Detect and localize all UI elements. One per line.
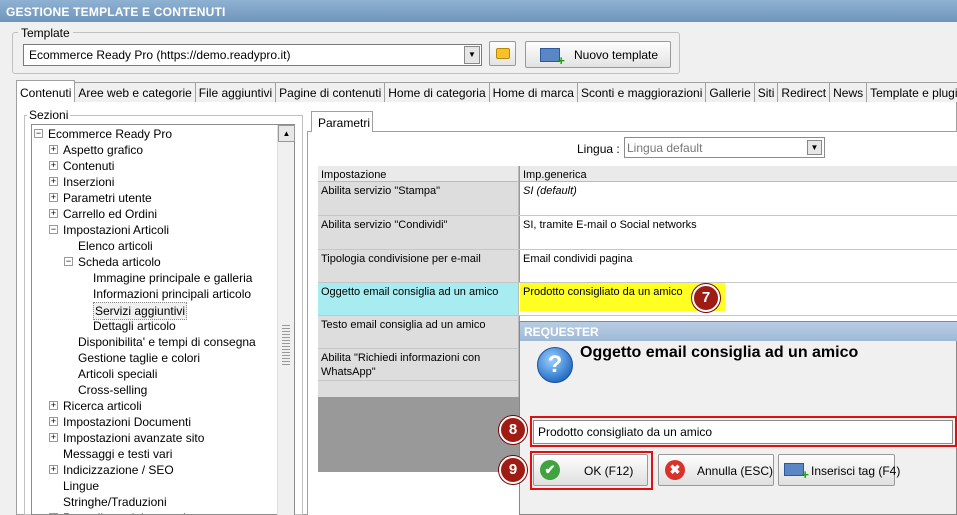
tab-gallerie[interactable]: Gallerie (705, 82, 755, 102)
tab-pagine-contenuti[interactable]: Pagine di contenuti (275, 82, 386, 102)
requester-question: Oggetto email consiglia ad un amico (580, 344, 859, 361)
tree-node-label: Scheda articolo (78, 255, 161, 269)
header-impostazione: Impostazione (318, 166, 519, 182)
lingua-select[interactable]: Lingua default ▼ (624, 137, 825, 158)
expand-icon[interactable]: + (49, 209, 58, 218)
annotation-frame-ok (530, 451, 653, 490)
setting-cell: Abilita "Richiedi informazioni con Whats… (318, 349, 519, 380)
add-window-icon (540, 48, 565, 68)
cancel-button[interactable]: ✖ Annulla (ESC) (658, 454, 774, 486)
insert-tag-label: Inserisci tag (F4) (811, 464, 901, 478)
sections-tree[interactable]: − Ecommerce Ready Pro + Aspetto grafico + Con… (31, 124, 295, 515)
tree-node-label: Impostazioni avanzate sito (63, 431, 205, 445)
table-row-selected[interactable]: Oggetto email consiglia ad un amico Prod… (318, 283, 957, 316)
template-select[interactable]: Ecommerce Ready Pro (https://demo.readyp… (23, 44, 482, 66)
annotation-badge-8: 8 (499, 416, 527, 444)
tree-scrollbar[interactable]: ▲ (277, 125, 295, 515)
collapse-icon[interactable]: − (64, 257, 73, 266)
tab-sconti[interactable]: Sconti e maggiorazioni (576, 82, 707, 102)
new-template-label: Nuovo template (574, 48, 659, 62)
sections-label: Sezioni (27, 108, 71, 122)
tab-home-categoria[interactable]: Home di categoria (384, 82, 490, 102)
insert-tag-button[interactable]: Inserisci tag (F4) (778, 454, 900, 486)
value-cell[interactable]: SI (default) (520, 182, 957, 215)
expand-icon[interactable]: + (49, 433, 58, 442)
tree-node-label: Immagine principale e galleria (93, 271, 253, 285)
open-template-button[interactable] (489, 41, 516, 66)
tree-node-label: Gestione taglie e colori (78, 351, 201, 365)
header-imp-generica: Imp.generica (520, 166, 957, 182)
collapse-icon[interactable]: − (34, 129, 43, 138)
tree-node-label: Dettagli articolo (93, 319, 176, 333)
setting-cell-empty (318, 381, 519, 397)
tab-news[interactable]: News (829, 82, 868, 102)
annotation-frame-input (530, 416, 957, 447)
requester-title: REQUESTER (520, 322, 957, 341)
expand-icon[interactable]: + (49, 161, 58, 170)
tree-node-label: Indicizzazione / SEO (63, 463, 174, 477)
expand-icon[interactable]: + (49, 177, 58, 186)
tree-node-label: Parametri utente (63, 191, 152, 205)
tab-aree-web[interactable]: Aree web e categorie (74, 82, 196, 102)
new-template-button[interactable]: Nuovo template (525, 41, 671, 68)
setting-cell: Abilita servizio "Condividi" (318, 216, 519, 249)
expand-icon[interactable]: + (49, 193, 58, 202)
annotation-badge-7: 7 (692, 284, 720, 312)
expand-icon[interactable]: + (49, 417, 58, 426)
question-icon: ? (537, 347, 573, 383)
tree-node-label: Aspetto grafico (63, 143, 144, 157)
annotation-badge-9: 9 (499, 456, 527, 484)
template-group-label: Template (18, 26, 73, 40)
tree-node-label: Cross-selling (78, 383, 148, 397)
setting-cell: Testo email consiglia ad un amico (318, 316, 519, 348)
cancel-label: Annulla (ESC) (697, 464, 774, 478)
grid-header: Impostazione Imp.generica (318, 166, 957, 182)
chevron-down-icon[interactable]: ▼ (807, 140, 822, 155)
tree-node-label: Ricerca articoli (63, 399, 142, 413)
tab-siti[interactable]: Siti (753, 82, 779, 102)
window-title: GESTIONE TEMPLATE E CONTENUTI (0, 0, 957, 22)
tree-node-label: Inserzioni (63, 175, 115, 189)
collapse-icon[interactable]: − (49, 225, 58, 234)
tab-contenuti[interactable]: Contenuti (16, 80, 76, 102)
tree-node-label: Informazioni principali articolo (93, 287, 252, 301)
table-row[interactable]: Abilita servizio "Stampa" SI (default) (318, 182, 957, 216)
scroll-grip-icon[interactable] (282, 325, 290, 365)
tree-node-label: Contenuti (63, 159, 115, 173)
close-icon: ✖ (665, 460, 685, 480)
table-row[interactable]: Abilita servizio "Condividi" SI, tramite… (318, 216, 957, 250)
value-cell[interactable]: Email condividi pagina (520, 250, 957, 282)
tree-node-label: Disponibilita' e tempi di consegna (78, 335, 256, 349)
tree-node-label: Impostazioni Documenti (63, 415, 192, 429)
scroll-up-icon[interactable]: ▲ (278, 125, 295, 142)
tree-node-label: Elenco articoli (78, 239, 153, 253)
lingua-label: Lingua : (577, 142, 620, 156)
main-tabs: Contenuti Aree web e categorie File aggi… (16, 80, 957, 102)
setting-cell: Tipologia condivisione per e-mail (318, 250, 519, 282)
expand-icon[interactable]: + (49, 465, 58, 474)
lingua-value: Lingua default (627, 141, 703, 155)
setting-cell: Oggetto email consiglia ad un amico (318, 283, 519, 315)
expand-icon[interactable]: + (49, 401, 58, 410)
tree-node-label: Stringhe/Traduzioni (63, 495, 167, 509)
tree-node-label: Articoli speciali (78, 367, 158, 381)
table-row[interactable]: Tipologia condivisione per e-mail Email … (318, 250, 957, 283)
tab-template-plugins[interactable]: Template e plugins (866, 82, 957, 102)
tab-redirect[interactable]: Redirect (777, 82, 831, 102)
value-cell[interactable]: SI, tramite E-mail o Social networks (520, 216, 957, 249)
tab-file-aggiuntivi[interactable]: File aggiuntivi (194, 82, 277, 102)
expand-icon[interactable]: + (49, 145, 58, 154)
tab-home-marca[interactable]: Home di marca (488, 82, 578, 102)
tree-node-label: Lingue (63, 479, 100, 493)
tree-node-label: Ecommerce Ready Pro (48, 127, 173, 141)
tree-node-label: Messaggi e testi vari (63, 447, 173, 461)
tree-node-label: Pannello social network (63, 510, 189, 514)
tree-node-label: Carrello ed Ordini (63, 207, 158, 221)
setting-cell: Abilita servizio "Stampa" (318, 182, 519, 215)
add-tag-icon (784, 463, 809, 482)
folder-icon (496, 48, 510, 59)
tree-node-label: Impostazioni Articoli (63, 223, 170, 237)
tab-parametri[interactable]: Parametri (311, 111, 373, 132)
chevron-down-icon[interactable]: ▼ (464, 46, 480, 64)
